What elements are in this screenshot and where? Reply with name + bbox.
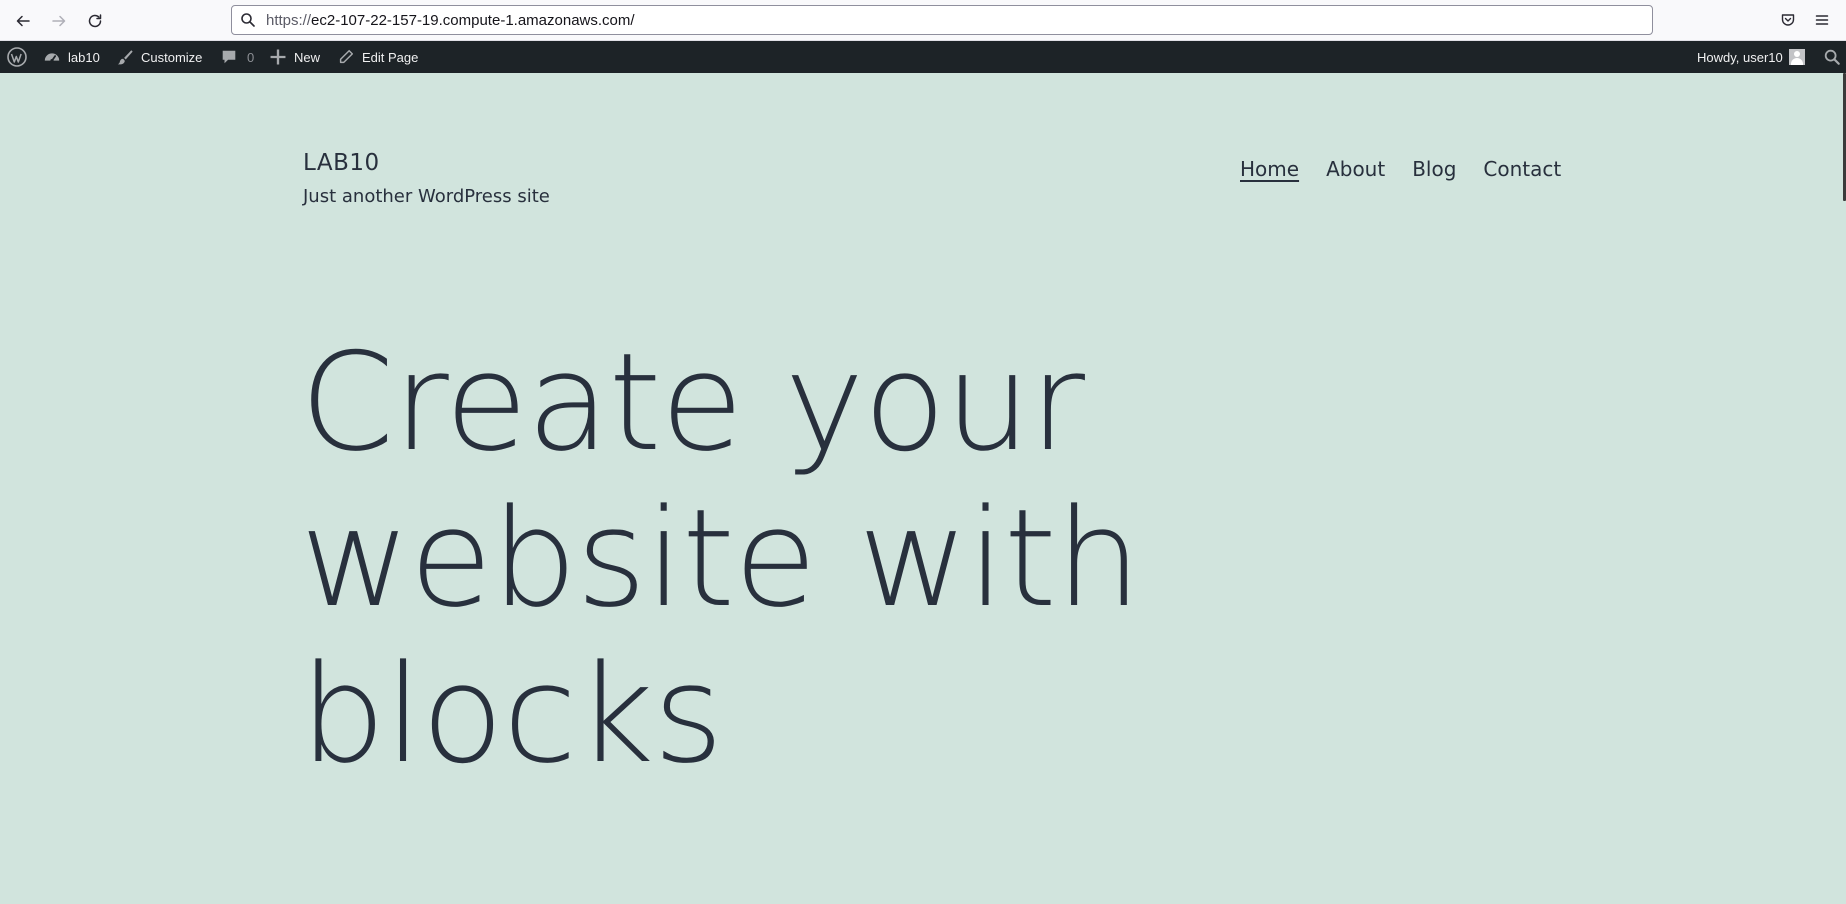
wp-admin-bar: lab10 Customize 0 New Edit Page Howdy, u… [0, 41, 1846, 73]
dashboard-icon [44, 53, 60, 63]
browser-toolbar: https://ec2-107-22-157-19.compute-1.amaz… [0, 0, 1846, 41]
admin-bar-search[interactable] [1823, 41, 1841, 73]
url-path: / [630, 11, 635, 29]
comment-bubble-icon [222, 50, 236, 64]
nav-item-home[interactable]: Home [1240, 157, 1299, 181]
url-host: ec2-107-22-157-19.compute-1.amazonaws.co… [311, 11, 631, 29]
hero-line-3: blocks [300, 636, 724, 793]
new-label: New [294, 49, 321, 65]
hamburger-menu-icon[interactable] [1812, 10, 1832, 30]
customize-link[interactable]: Customize [116, 41, 202, 73]
paintbrush-icon [117, 50, 133, 65]
search-icon [241, 13, 255, 27]
hero-line-1: Create your [300, 324, 1085, 481]
search-icon [1824, 49, 1840, 65]
customize-label: Customize [141, 49, 203, 65]
url-scheme: https:// [266, 11, 312, 29]
site-name-label: lab10 [68, 49, 100, 65]
site-description: Just another WordPress site [303, 186, 550, 207]
forward-arrow-icon[interactable] [46, 8, 72, 34]
edit-page-link[interactable]: Edit Page [337, 41, 418, 73]
back-arrow-icon[interactable] [10, 8, 36, 34]
comments-count: 0 [247, 49, 255, 65]
wordpress-logo-icon[interactable] [7, 41, 27, 73]
pencil-icon [339, 49, 354, 64]
edit-page-label: Edit Page [362, 49, 419, 65]
avatar [1788, 49, 1805, 65]
hero-line-2: website with [300, 480, 1141, 637]
reload-icon[interactable] [82, 8, 108, 34]
plus-icon [270, 49, 286, 65]
comments-link[interactable]: 0 [220, 41, 254, 73]
url-text[interactable]: https://ec2-107-22-157-19.compute-1.amaz… [266, 12, 635, 29]
site-page: LAB10 Just another WordPress site Home A… [0, 73, 1846, 904]
nav-item-blog[interactable]: Blog [1412, 157, 1456, 181]
site-title[interactable]: LAB10 [303, 150, 380, 176]
my-account-menu[interactable]: Howdy, user10 [1697, 41, 1805, 73]
howdy-greeting: Howdy, user10 [1697, 49, 1783, 65]
primary-navigation: Home About Blog Contact [1240, 157, 1561, 181]
nav-item-about[interactable]: About [1326, 157, 1385, 181]
hero-heading: Create your website with blocks [300, 325, 1300, 793]
new-content-menu[interactable]: New [269, 41, 320, 73]
pocket-icon[interactable] [1778, 10, 1798, 30]
nav-item-contact[interactable]: Contact [1483, 157, 1561, 181]
address-bar[interactable]: https://ec2-107-22-157-19.compute-1.amaz… [231, 5, 1653, 35]
site-name-menu[interactable]: lab10 [43, 41, 100, 73]
